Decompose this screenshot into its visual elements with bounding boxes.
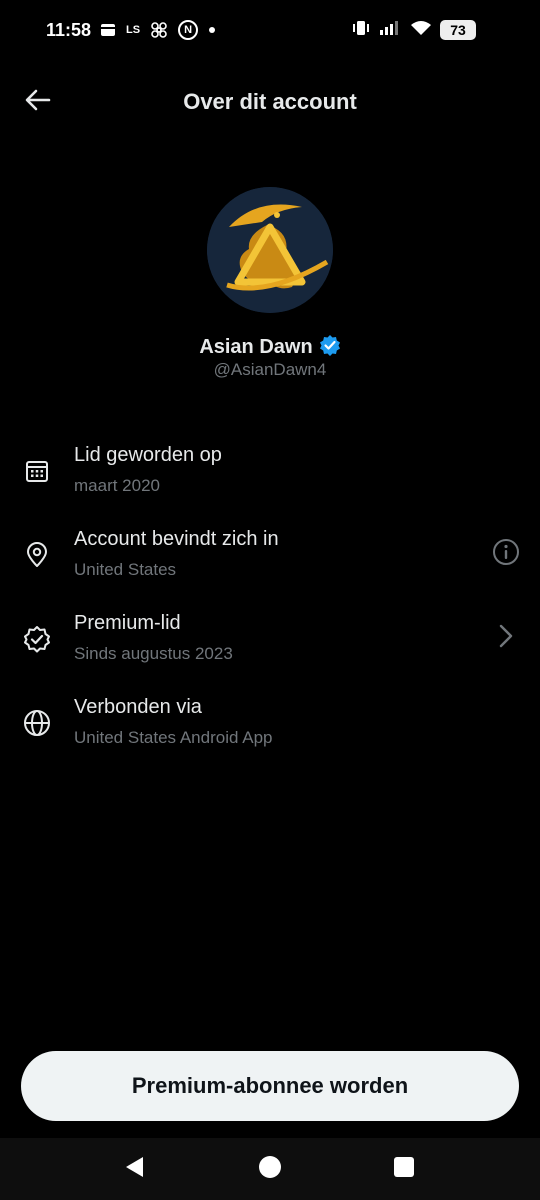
profile-handle: @AsianDawn4: [213, 360, 327, 379]
info-icon: [492, 538, 520, 571]
page-title: Over dit account: [183, 89, 357, 114]
nav-home-button[interactable]: [255, 1154, 285, 1184]
info-row-joined: Lid geworden op maart 2020: [0, 426, 540, 510]
system-icons: [352, 20, 432, 41]
fan-icon: [150, 21, 168, 39]
info-label: Account bevindt zich in: [74, 528, 279, 550]
profile-name-row: Asian Dawn: [0, 334, 540, 361]
status-bar: 11:58 LS N 73: [0, 0, 540, 62]
n-icon: N: [178, 20, 199, 40]
location-pin-icon: [22, 540, 52, 570]
verified-icon: [319, 334, 341, 361]
info-value: United States: [74, 560, 177, 579]
vibrate-icon: [352, 20, 370, 41]
battery-icon: 73: [440, 20, 476, 40]
home-circle-icon: [258, 1155, 282, 1184]
premium-chevron-button[interactable]: [488, 620, 524, 656]
nav-recents-button[interactable]: [389, 1154, 419, 1184]
info-label: Verbonden via: [74, 696, 202, 718]
premium-subscribe-button[interactable]: Premium-abonnee worden: [21, 1051, 519, 1121]
chevron-right-icon: [498, 624, 514, 653]
wifi-icon: [410, 20, 432, 41]
verified-badge-icon: [22, 624, 52, 654]
info-row-connected: Verbonden via United States Android App: [0, 678, 540, 762]
header: Over dit account: [0, 78, 540, 128]
status-time: 11:58: [46, 20, 92, 40]
nav-back-button[interactable]: [120, 1154, 150, 1184]
info-button[interactable]: [488, 536, 524, 572]
avatar[interactable]: [207, 187, 333, 313]
system-nav-bar: [0, 1138, 540, 1200]
ls-icon: LS: [126, 24, 141, 36]
back-triangle-icon: [123, 1155, 147, 1184]
info-row-premium[interactable]: Premium-lid Sinds augustus 2023: [0, 594, 540, 678]
signal-icon: [379, 20, 401, 41]
profile-name: Asian Dawn: [199, 336, 313, 358]
notification-icons: LS N: [100, 20, 216, 40]
info-label: Lid geworden op: [74, 444, 222, 466]
dot-icon: [208, 26, 216, 34]
calendar-icon: [22, 456, 52, 486]
card-icon: [100, 23, 116, 37]
account-info-list: Lid geworden op maart 2020 Account bevin…: [0, 426, 540, 762]
info-value: Sinds augustus 2023: [74, 644, 233, 663]
info-value: maart 2020: [74, 476, 160, 495]
info-row-location: Account bevindt zich in United States: [0, 510, 540, 594]
info-value: United States Android App: [74, 728, 273, 747]
globe-icon: [22, 708, 52, 738]
recents-square-icon: [393, 1156, 415, 1183]
info-label: Premium-lid: [74, 612, 181, 634]
